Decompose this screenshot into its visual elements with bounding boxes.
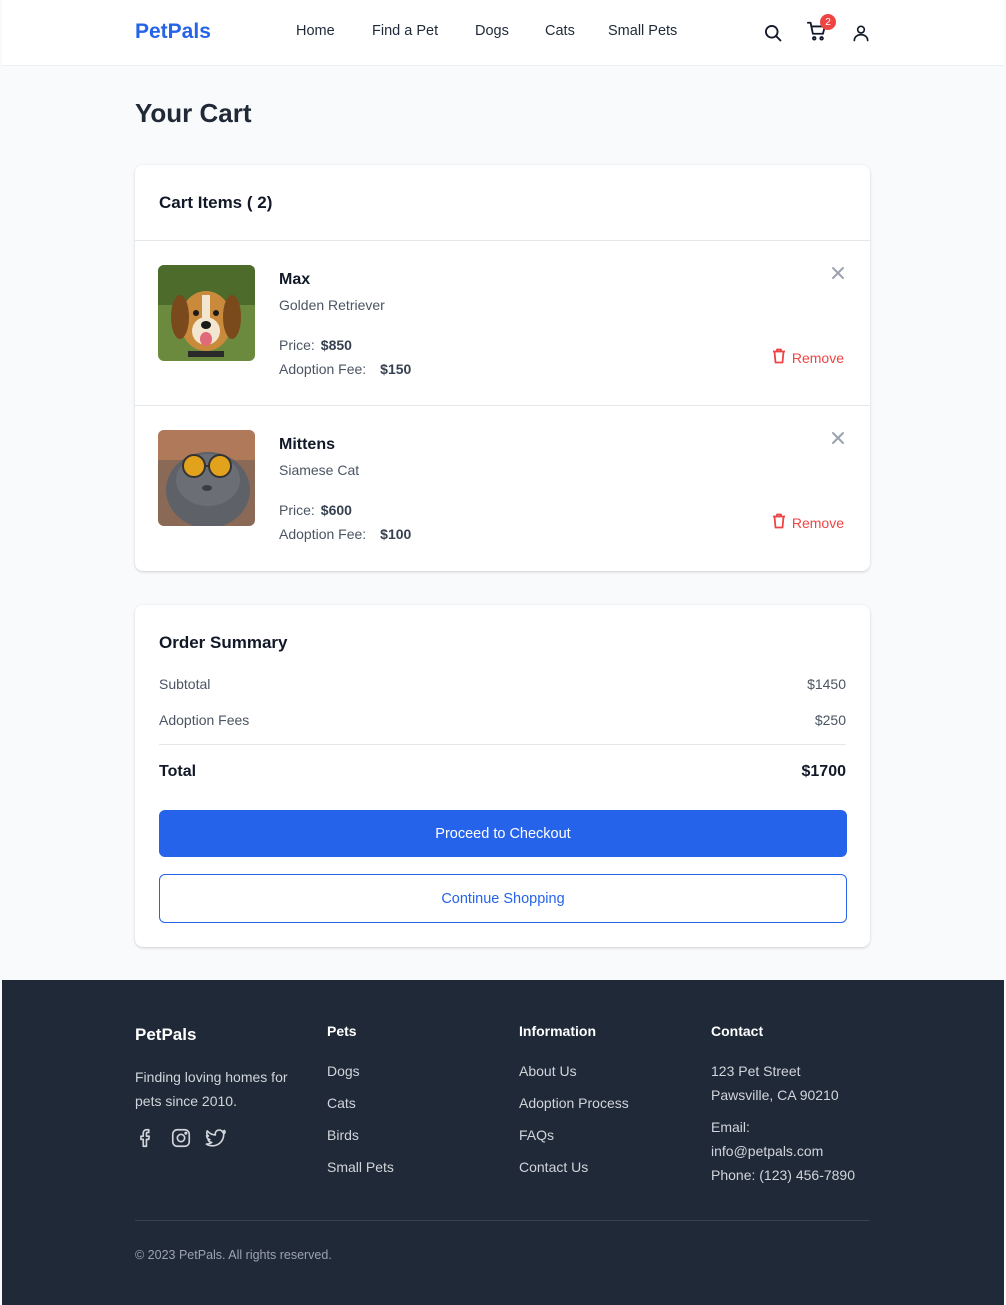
top-nav-bar: PetPals Home Find a Pet Dogs Cats Small … (2, 0, 1004, 66)
nav-dogs[interactable]: Dogs (475, 23, 509, 39)
price-label: Price: (279, 337, 315, 353)
price-value: $850 (320, 337, 352, 353)
cart-count-badge: 2 (820, 14, 836, 30)
footer-link-contact-us[interactable]: Contact Us (519, 1159, 588, 1175)
address-line-2: Pawsville, CA 90210 (711, 1087, 839, 1103)
divider (159, 744, 846, 745)
adoption-fees-value: $250 (814, 712, 846, 728)
remove-label: Remove (791, 514, 844, 531)
adoption-fee-value: $150 (380, 361, 412, 377)
adoption-fee-value: $100 (380, 526, 412, 542)
facebook-icon[interactable] (135, 1127, 157, 1149)
phone-text: Phone: (123) 456-7890 (711, 1167, 855, 1183)
adoption-fee-label: Adoption Fee: (279, 526, 367, 542)
email-label: Email: (711, 1119, 750, 1135)
price-line: Price: $600 (279, 502, 352, 518)
address-line-1: 123 Pet Street (711, 1063, 801, 1079)
footer-brand: PetPals (135, 1025, 197, 1044)
nav-small-pets[interactable]: Small Pets (608, 23, 677, 39)
subtotal-value: $1450 (807, 676, 846, 692)
remove-button[interactable]: Remove (772, 513, 844, 532)
total-row: Total $1700 (159, 763, 846, 781)
footer-contact-heading: Contact (711, 1023, 764, 1039)
pet-name: Max (279, 271, 311, 288)
instagram-icon[interactable] (170, 1127, 192, 1149)
cart-button[interactable]: 2 (804, 14, 836, 46)
footer-tagline: Finding loving homes for pets since 2010… (135, 1069, 288, 1109)
close-icon[interactable] (830, 430, 846, 446)
cart-items-heading: Cart Items ( 2) (159, 193, 273, 212)
adoption-fee-line: Adoption Fee: $100 (279, 526, 411, 542)
adoption-fee-line: Adoption Fee: $150 (279, 361, 411, 377)
footer-link-birds[interactable]: Birds (327, 1127, 359, 1143)
email-link[interactable]: info@petpals.com (711, 1143, 823, 1159)
footer-link-small-pets[interactable]: Small Pets (327, 1159, 394, 1175)
total-value: $1700 (801, 763, 847, 780)
nav-cats[interactable]: Cats (545, 23, 575, 39)
cart-item: Mittens Siamese Cat Price: $600 Adoption … (135, 406, 870, 571)
pet-photo-max (158, 265, 255, 361)
footer: PetPals Finding loving homes for pets si… (2, 980, 1004, 1305)
total-label: Total (159, 763, 197, 780)
brand-logo[interactable]: PetPals (135, 20, 211, 44)
close-icon[interactable] (830, 265, 846, 281)
nav-home[interactable]: Home (296, 23, 335, 39)
trash-icon (772, 513, 786, 532)
twitter-icon[interactable] (205, 1127, 227, 1149)
adoption-fees-row: Adoption Fees $250 (159, 712, 846, 728)
search-icon[interactable] (760, 20, 786, 46)
footer-link-about-us[interactable]: About Us (519, 1063, 577, 1079)
pet-breed: Golden Retriever (279, 297, 385, 313)
copyright: © 2023 PetPals. All rights reserved. (135, 1248, 332, 1262)
adoption-fee-label: Adoption Fee: (279, 361, 367, 377)
order-summary-card: Order Summary Subtotal $1450 Adoption Fe… (135, 605, 870, 947)
cart-items-header: Cart Items ( 2) (135, 165, 870, 241)
cart-items-card: Cart Items ( 2) Max Golden Retriever Pri… (135, 165, 870, 571)
footer-link-dogs[interactable]: Dogs (327, 1063, 360, 1079)
footer-link-faqs[interactable]: FAQs (519, 1127, 554, 1143)
price-value: $600 (320, 502, 352, 518)
user-icon[interactable] (848, 20, 874, 46)
remove-label: Remove (791, 349, 844, 366)
footer-link-adoption-process[interactable]: Adoption Process (519, 1095, 629, 1111)
pet-name: Mittens (279, 436, 335, 453)
order-summary-title: Order Summary (159, 633, 288, 652)
subtotal-row: Subtotal $1450 (159, 676, 846, 692)
nav-find-a-pet[interactable]: Find a Pet (372, 23, 438, 39)
footer-link-cats[interactable]: Cats (327, 1095, 356, 1111)
pet-photo-mittens (158, 430, 255, 526)
trash-icon (772, 348, 786, 367)
footer-pets-heading: Pets (327, 1023, 357, 1039)
proceed-to-checkout-button[interactable]: Proceed to Checkout (159, 810, 847, 857)
footer-information-heading: Information (519, 1023, 596, 1039)
pet-breed: Siamese Cat (279, 462, 360, 478)
page-title: Your Cart (135, 98, 252, 128)
continue-shopping-button[interactable]: Continue Shopping (159, 874, 847, 923)
subtotal-label: Subtotal (159, 676, 211, 692)
footer-divider (135, 1220, 870, 1221)
adoption-fees-label: Adoption Fees (159, 712, 250, 728)
price-line: Price: $850 (279, 337, 352, 353)
cart-item: Max Golden Retriever Price: $850 Adoption… (135, 241, 870, 406)
price-label: Price: (279, 502, 315, 518)
remove-button[interactable]: Remove (772, 348, 844, 367)
